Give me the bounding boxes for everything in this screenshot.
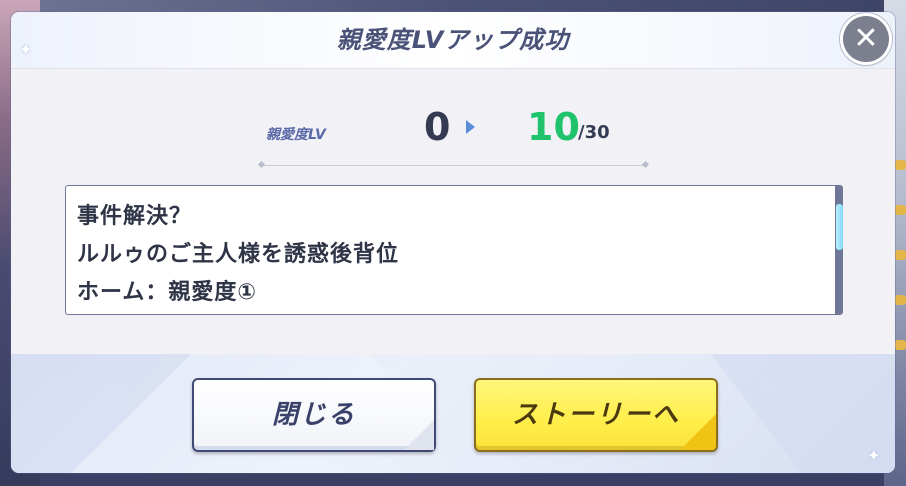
background-tag bbox=[895, 250, 906, 260]
background-tag bbox=[895, 295, 906, 305]
story-button-label: ストーリーへ bbox=[511, 400, 680, 430]
background-tag bbox=[895, 205, 906, 215]
list-item: ホーム：親愛度① bbox=[77, 280, 257, 305]
footer-facet-pattern bbox=[11, 354, 895, 473]
unlocked-rewards-list[interactable]: 事件解決？ ルルゥのご主人様を誘惑後背位 ホーム：親愛度① bbox=[65, 185, 843, 315]
affection-level-from: 0 bbox=[424, 105, 451, 149]
close-button[interactable]: 閉じる bbox=[192, 378, 436, 452]
affection-level-max: /30 bbox=[578, 122, 610, 143]
list-item: ルルゥのご主人様を誘惑後背位 bbox=[77, 242, 400, 267]
dialog-footer: ✦ bbox=[11, 354, 895, 473]
list-item: 事件解決？ bbox=[77, 204, 193, 229]
arrow-right-icon bbox=[466, 120, 475, 134]
scrollbar-thumb[interactable] bbox=[836, 204, 843, 250]
sparkle-icon: ✦ bbox=[867, 446, 881, 465]
scrollbar[interactable] bbox=[835, 186, 843, 314]
affection-level-to: 10 bbox=[527, 105, 580, 149]
background-tag bbox=[895, 340, 906, 350]
affection-level-label: 親愛度LV bbox=[266, 127, 326, 143]
button-corner-decoration bbox=[404, 420, 434, 450]
button-corner-decoration bbox=[680, 414, 716, 450]
level-divider bbox=[262, 165, 646, 166]
dialog-title: 親愛度LVアップ成功 bbox=[336, 26, 570, 54]
background-bottom-bar bbox=[40, 472, 884, 486]
go-to-story-button[interactable]: ストーリーへ bbox=[474, 378, 718, 452]
background-top-bar bbox=[40, 0, 884, 12]
close-icon[interactable]: ✕ bbox=[843, 16, 889, 62]
background-tag bbox=[895, 160, 906, 170]
close-button-label: 閉じる bbox=[271, 400, 356, 430]
